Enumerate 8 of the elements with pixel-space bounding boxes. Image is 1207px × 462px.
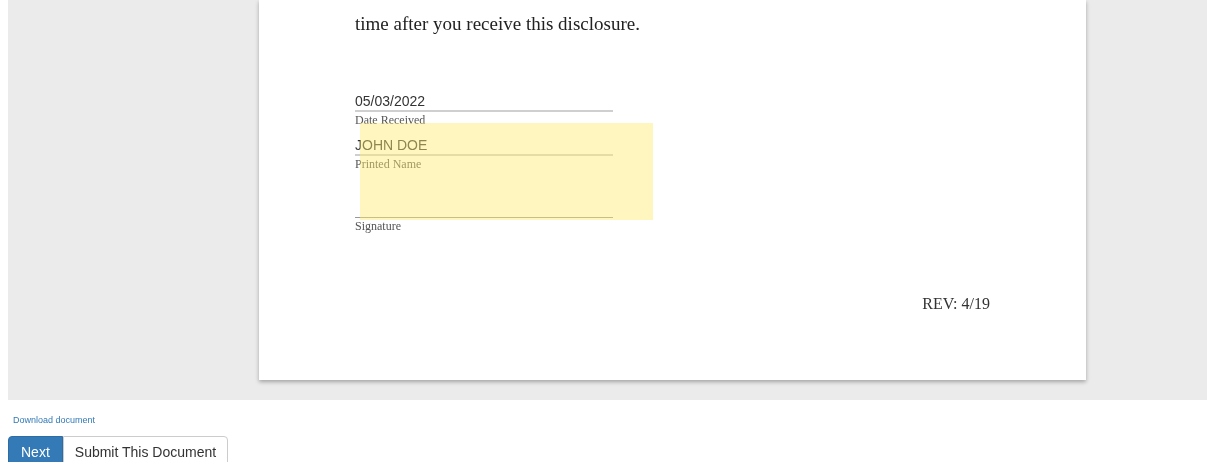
body-text: time after you receive this disclosure. <box>355 12 641 36</box>
field-value: 05/03/2022 <box>355 92 613 112</box>
next-button[interactable]: Next <box>8 436 63 462</box>
field-label: Signature <box>355 218 402 234</box>
download-link[interactable]: Download document <box>13 415 96 425</box>
submit-button[interactable]: Submit This Document <box>62 436 229 462</box>
revision-text: REV: 4/19 <box>922 294 990 314</box>
field-label: Date Received <box>355 112 427 128</box>
